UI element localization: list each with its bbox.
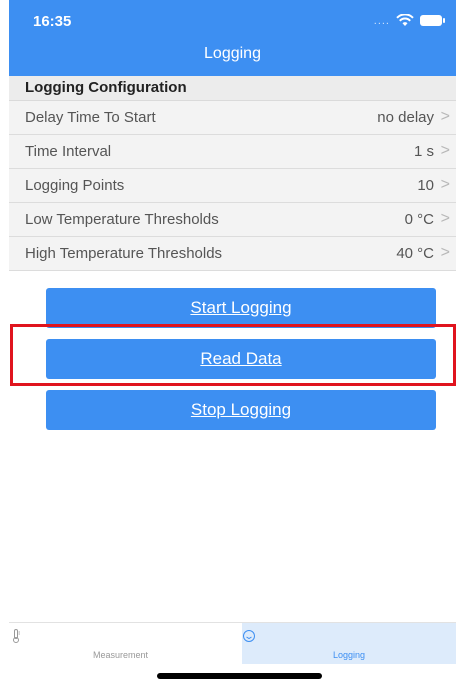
settings-list: Delay Time To Start no delay > Time Inte… [9,101,456,271]
row-time-interval[interactable]: Time Interval 1 s > [9,135,456,169]
row-low-temperature[interactable]: Low Temperature Thresholds 0 °C > [9,203,456,237]
tab-measurement[interactable]: Measurement [9,623,232,664]
row-value: 40 °C [396,245,434,262]
signal-icon: .... [373,14,390,27]
row-label: Low Temperature Thresholds [25,211,219,228]
row-value: 10 [417,177,434,194]
home-indicator [157,673,322,679]
chevron-right-icon: > [440,210,450,227]
chevron-right-icon: > [440,176,450,193]
chevron-right-icon: > [440,244,450,261]
battery-icon [420,15,445,26]
wifi-icon [396,14,414,26]
tab-label: Measurement [92,650,149,660]
row-label: Time Interval [25,143,112,160]
thermometer-icon [13,629,20,643]
tab-bar: Measurement Logging [9,622,456,664]
row-logging-points[interactable]: Logging Points 10 > [9,169,456,203]
section-header: Logging Configuration [9,76,456,101]
header-bar: 16:35 .... Logging [9,0,456,76]
chevron-right-icon: > [440,108,450,125]
row-value: 1 s [413,143,434,160]
page-title: Logging [204,45,261,62]
status-time: 16:35 [33,13,72,30]
row-label: Logging Points [25,177,125,194]
tab-label: Logging [332,650,366,660]
start-logging-button[interactable]: Start Logging [46,288,436,328]
read-data-button[interactable]: Read Data [46,339,436,379]
status-icons: .... [373,14,445,27]
section-title: Logging Configuration [25,79,187,96]
row-label: Delay Time To Start [25,109,156,126]
row-value: no delay [377,109,434,126]
clock-icon [243,630,255,642]
row-delay-time[interactable]: Delay Time To Start no delay > [9,101,456,135]
stop-logging-button[interactable]: Stop Logging [46,390,436,430]
tab-logging[interactable]: Logging [242,623,456,664]
chevron-right-icon: > [440,142,450,159]
row-value: 0 °C [404,211,434,228]
row-label: High Temperature Thresholds [25,245,223,262]
row-high-temperature[interactable]: High Temperature Thresholds 40 °C > [9,237,456,271]
